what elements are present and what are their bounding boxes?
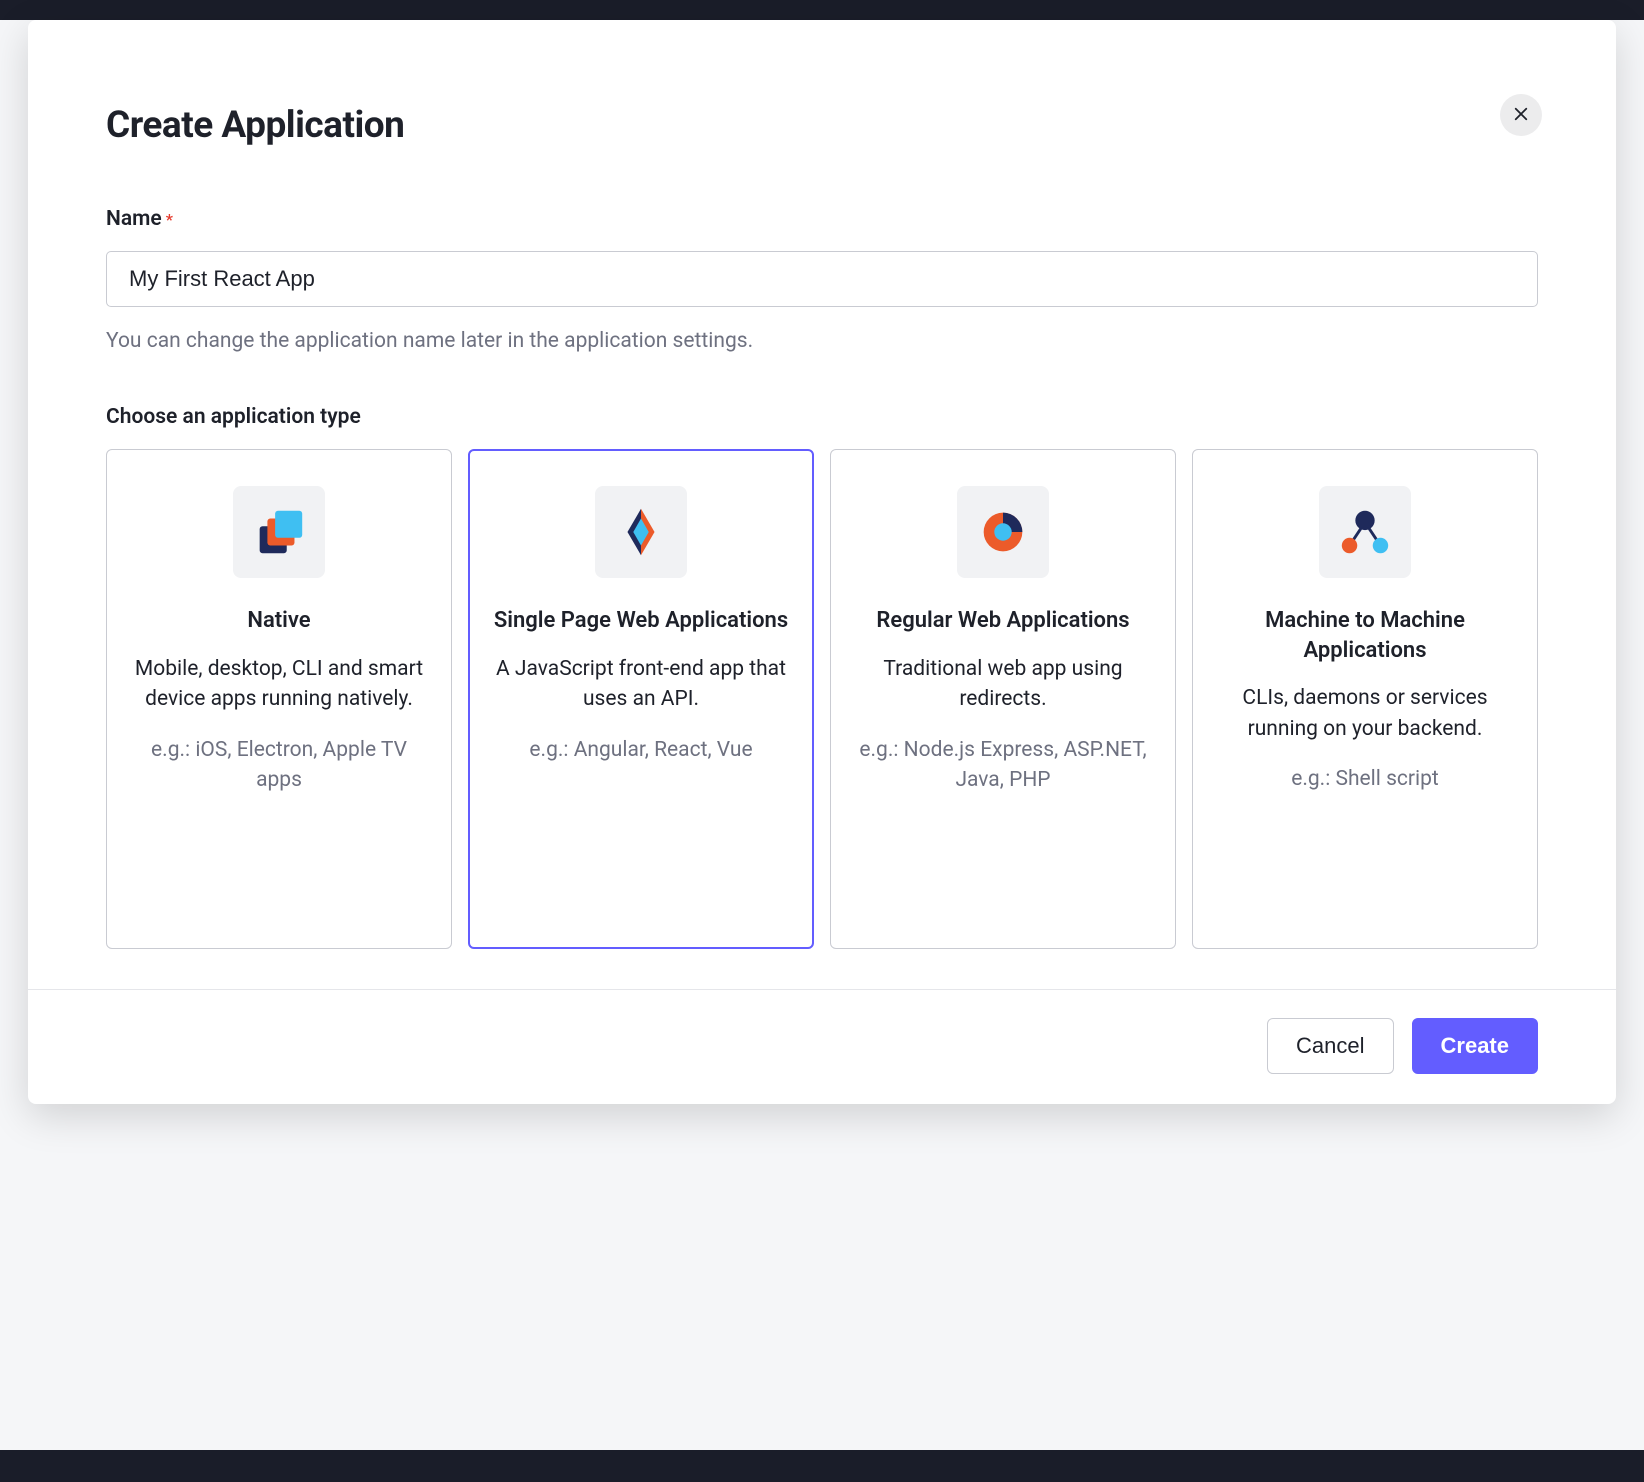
name-input[interactable] bbox=[106, 251, 1538, 307]
name-label: Name bbox=[106, 207, 162, 231]
type-card-m2m[interactable]: Machine to Machine Applications CLIs, da… bbox=[1192, 449, 1538, 949]
close-button[interactable] bbox=[1500, 94, 1542, 136]
type-example: e.g.: iOS, Electron, Apple TV apps bbox=[127, 735, 431, 796]
type-title: Regular Web Applications bbox=[876, 606, 1129, 636]
regular-web-icon bbox=[957, 486, 1049, 578]
name-hint: You can change the application name late… bbox=[106, 329, 1538, 353]
type-example: e.g.: Node.js Express, ASP.NET, Java, PH… bbox=[851, 735, 1155, 796]
type-title: Native bbox=[247, 606, 310, 636]
create-application-modal: Create Application Name* You can change … bbox=[28, 20, 1616, 1104]
type-card-spa[interactable]: Single Page Web Applications A JavaScrip… bbox=[468, 449, 814, 949]
type-desc: A JavaScript front-end app that uses an … bbox=[489, 654, 793, 715]
type-example: e.g.: Angular, React, Vue bbox=[529, 735, 752, 765]
type-title: Single Page Web Applications bbox=[494, 606, 788, 636]
cancel-button[interactable]: Cancel bbox=[1267, 1018, 1393, 1074]
type-card-regular-web[interactable]: Regular Web Applications Traditional web… bbox=[830, 449, 1176, 949]
type-grid: Native Mobile, desktop, CLI and smart de… bbox=[106, 449, 1538, 949]
modal-footer: Cancel Create bbox=[28, 989, 1616, 1104]
name-field: Name* You can change the application nam… bbox=[106, 207, 1538, 353]
create-button[interactable]: Create bbox=[1412, 1018, 1538, 1074]
type-example: e.g.: Shell script bbox=[1291, 764, 1439, 794]
type-section-label: Choose an application type bbox=[106, 405, 1538, 429]
spa-icon bbox=[595, 486, 687, 578]
required-indicator: * bbox=[166, 210, 173, 229]
type-card-native[interactable]: Native Mobile, desktop, CLI and smart de… bbox=[106, 449, 452, 949]
type-desc: CLIs, daemons or services running on you… bbox=[1213, 683, 1517, 744]
type-desc: Mobile, desktop, CLI and smart device ap… bbox=[127, 654, 431, 715]
type-desc: Traditional web app using redirects. bbox=[851, 654, 1155, 715]
native-icon bbox=[233, 486, 325, 578]
close-icon bbox=[1512, 105, 1530, 126]
type-title: Machine to Machine Applications bbox=[1213, 606, 1517, 665]
modal-title: Create Application bbox=[106, 104, 1538, 147]
m2m-icon bbox=[1319, 486, 1411, 578]
